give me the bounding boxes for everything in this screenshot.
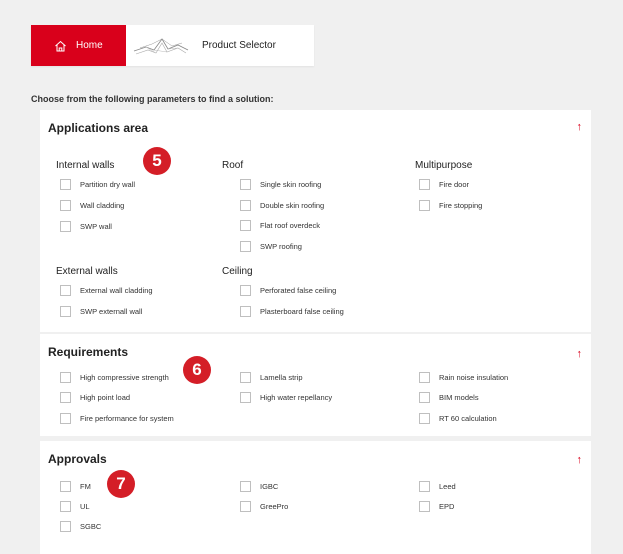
checkbox[interactable]: [240, 240, 251, 252]
checkbox[interactable]: [60, 178, 71, 190]
approvals-card: Approvals ↑ FM UL SGBC IGBC GreePro Leed…: [40, 441, 591, 554]
option-greepro[interactable]: GreePro: [240, 500, 288, 512]
option-leed[interactable]: Leed: [419, 480, 456, 492]
option-rain-noise-insulation[interactable]: Rain noise insulation: [419, 371, 508, 383]
checkbox[interactable]: [60, 220, 71, 232]
applications-title: Applications area: [48, 121, 149, 135]
checkbox[interactable]: [60, 371, 71, 383]
group-ceiling: Ceiling: [222, 266, 253, 277]
product-selector-logo: [133, 37, 189, 54]
option-perforated-false-ceiling[interactable]: Perforated false ceiling: [240, 284, 336, 296]
checkbox[interactable]: [240, 391, 251, 403]
option-wall-cladding[interactable]: Wall cladding: [60, 199, 124, 211]
option-bim-models[interactable]: BIM models: [419, 391, 479, 403]
option-double-skin-roofing[interactable]: Double skin roofing: [240, 199, 324, 211]
option-fire-door[interactable]: Fire door: [419, 178, 469, 190]
group-multipurpose: Multipurpose: [415, 160, 473, 171]
checkbox[interactable]: [60, 391, 71, 403]
applications-card: Applications area ↑ Internal walls Parti…: [40, 110, 591, 332]
checkbox[interactable]: [60, 305, 71, 317]
option-flat-roof-overdeck[interactable]: Flat roof overdeck: [240, 219, 320, 231]
intro-text: Choose from the following parameters to …: [31, 94, 274, 104]
checkbox[interactable]: [240, 305, 251, 317]
checkbox[interactable]: [419, 178, 430, 190]
checkbox[interactable]: [419, 480, 430, 492]
checkbox[interactable]: [419, 500, 430, 512]
tab-product-selector[interactable]: Product Selector: [126, 25, 314, 66]
group-external-walls: External walls: [56, 266, 118, 277]
checkbox[interactable]: [60, 480, 71, 492]
checkbox[interactable]: [240, 178, 251, 190]
top-tabs: Home Product Selector: [31, 25, 314, 66]
option-external-wall-cladding[interactable]: External wall cladding: [60, 284, 153, 296]
tab-product-selector-label: Product Selector: [202, 40, 276, 51]
option-high-point-load[interactable]: High point load: [60, 391, 130, 403]
checkbox[interactable]: [240, 500, 251, 512]
home-icon: [55, 40, 66, 51]
arrow-up-icon[interactable]: ↑: [577, 122, 583, 133]
option-fire-stopping[interactable]: Fire stopping: [419, 199, 482, 211]
option-igbc[interactable]: IGBC: [240, 480, 278, 492]
option-high-compressive-strength[interactable]: High compressive strength: [60, 371, 169, 383]
checkbox[interactable]: [60, 284, 71, 296]
option-ul[interactable]: UL: [60, 500, 90, 512]
checkbox[interactable]: [240, 480, 251, 492]
step-badge-7: 7: [107, 470, 135, 498]
step-badge-6: 6: [183, 356, 211, 384]
group-internal-walls: Internal walls: [56, 160, 115, 171]
step-badge-5: 5: [143, 147, 171, 175]
requirements-title: Requirements: [48, 345, 129, 359]
checkbox[interactable]: [419, 371, 430, 383]
option-swp-roofing[interactable]: SWP roofing: [240, 240, 302, 252]
checkbox[interactable]: [419, 199, 430, 211]
option-epd[interactable]: EPD: [419, 500, 454, 512]
checkbox[interactable]: [419, 391, 430, 403]
checkbox[interactable]: [60, 520, 71, 532]
option-swp-wall[interactable]: SWP wall: [60, 220, 112, 232]
checkbox[interactable]: [240, 284, 251, 296]
group-roof: Roof: [222, 160, 244, 171]
approvals-title: Approvals: [48, 452, 107, 466]
tab-home[interactable]: Home: [31, 25, 126, 66]
checkbox[interactable]: [60, 412, 71, 424]
option-partition-dry-wall[interactable]: Partition dry wall: [60, 178, 135, 190]
option-fm[interactable]: FM: [60, 480, 91, 492]
requirements-card: Requirements ↑ High compressive strength…: [40, 334, 591, 436]
checkbox[interactable]: [240, 199, 251, 211]
option-fire-performance-for-system[interactable]: Fire performance for system: [60, 412, 174, 424]
option-rt-60-calculation[interactable]: RT 60 calculation: [419, 412, 497, 424]
option-swp-external-wall[interactable]: SWP externall wall: [60, 305, 142, 317]
arrow-up-icon[interactable]: ↑: [577, 455, 583, 466]
checkbox[interactable]: [60, 199, 71, 211]
checkbox[interactable]: [60, 500, 71, 512]
option-plasterboard-false-ceiling[interactable]: Plasterboard false ceiling: [240, 305, 344, 317]
checkbox[interactable]: [419, 412, 430, 424]
tab-home-label: Home: [76, 40, 103, 51]
checkbox[interactable]: [240, 219, 251, 231]
option-high-water-repellancy[interactable]: High water repellancy: [240, 391, 332, 403]
arrow-up-icon[interactable]: ↑: [577, 349, 583, 360]
option-sgbc[interactable]: SGBC: [60, 520, 101, 532]
option-lamella-strip[interactable]: Lamella strip: [240, 371, 303, 383]
option-single-skin-roofing[interactable]: Single skin roofing: [240, 178, 321, 190]
checkbox[interactable]: [240, 371, 251, 383]
